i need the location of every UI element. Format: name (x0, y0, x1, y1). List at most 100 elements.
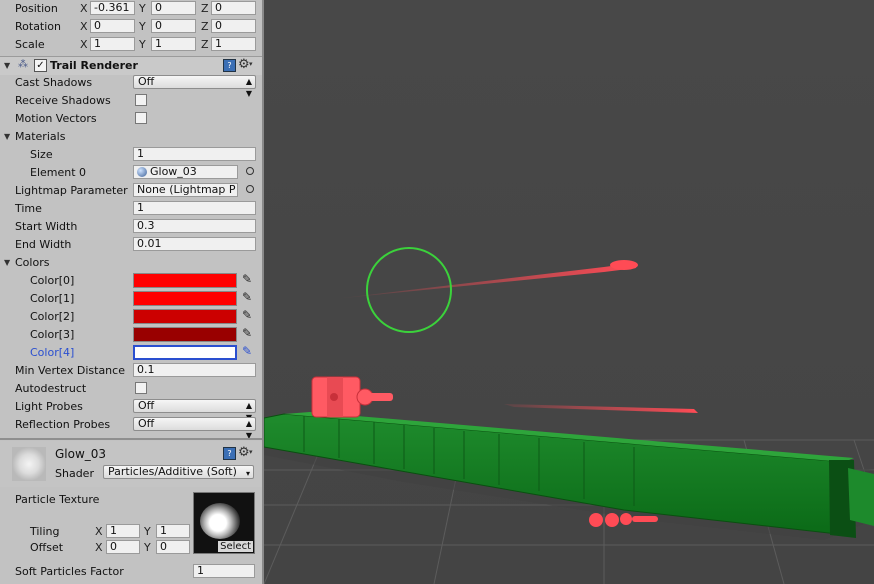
autodestruct-row: Autodestruct (0, 380, 262, 398)
element-0-label: Element 0 (30, 166, 87, 179)
tiling-label: Tiling (30, 525, 60, 538)
materials-label: Materials (15, 130, 66, 143)
autodestruct-checkbox[interactable] (135, 382, 147, 394)
offset-y-field[interactable]: 0 (156, 540, 190, 554)
dropdown-caret-icon[interactable]: ▾ (249, 448, 253, 456)
axis-x-label[interactable]: X (95, 525, 103, 538)
particle-texture-label: Particle Texture (15, 493, 100, 506)
color-label: Color[0] (30, 274, 75, 287)
scale-z-field[interactable]: 1 (211, 37, 256, 51)
tiling-x-field[interactable]: 1 (106, 524, 140, 538)
axis-y-label[interactable]: Y (144, 541, 151, 554)
gear-icon[interactable]: ⚙ (238, 57, 250, 72)
object-picker-icon[interactable] (246, 167, 254, 175)
reflection-probes-dropdown[interactable]: Off ▲ ▼ (133, 417, 256, 440)
min-vertex-field[interactable]: 0.1 (133, 363, 256, 377)
axis-x-label[interactable]: X (95, 541, 103, 554)
scene-canvas[interactable] (264, 0, 874, 584)
color-swatch[interactable] (133, 327, 237, 342)
trail-component-icon: ⁂ (18, 59, 28, 70)
motion-vectors-checkbox[interactable] (135, 112, 147, 124)
trail-renderer-title: Trail Renderer (50, 59, 138, 72)
light-probes-label: Light Probes (15, 400, 83, 413)
dropdown-arrow-icon: ▾ (245, 469, 250, 478)
rotation-z-field[interactable]: 0 (211, 19, 256, 33)
time-field[interactable]: 1 (133, 201, 256, 215)
receive-shadows-checkbox[interactable] (135, 94, 147, 106)
color-swatch[interactable] (133, 273, 237, 288)
tiling-y-field[interactable]: 1 (156, 524, 190, 538)
color-row: Color[3] ✎ (0, 326, 262, 344)
cast-shadows-dropdown[interactable]: Off ▲ ▼ (133, 75, 256, 98)
color-label: Color[3] (30, 328, 75, 341)
scale-x-field[interactable]: 1 (90, 37, 135, 51)
position-z-field[interactable]: 0 (211, 1, 256, 15)
rotation-y-field[interactable]: 0 (151, 19, 196, 33)
position-label: Position (15, 2, 58, 15)
materials-row[interactable]: ▼ Materials (0, 128, 262, 146)
scene-view[interactable] (264, 0, 874, 584)
foldout-arrow-icon[interactable]: ▼ (4, 132, 10, 141)
rotation-x-field[interactable]: 0 (90, 19, 135, 33)
dropdown-caret-icon[interactable]: ▾ (249, 60, 253, 68)
scale-label: Scale (15, 38, 45, 51)
help-icon[interactable]: ? (223, 59, 236, 72)
axis-y-label[interactable]: Y (139, 38, 146, 51)
light-probes-dropdown[interactable]: Off▲▼ (133, 399, 256, 422)
color-label-selected: Color[4] (30, 346, 75, 359)
axis-z-label[interactable]: Z (201, 38, 209, 51)
time-label: Time (15, 202, 42, 215)
scale-row: Scale X 1 Y 1 Z 1 (0, 36, 262, 54)
gear-icon[interactable]: ⚙ (238, 445, 250, 460)
materials-size-field[interactable]: 1 (133, 147, 256, 161)
position-y-field[interactable]: 0 (151, 1, 196, 15)
reflection-probes-row: Reflection Probes Off ▲ ▼ (0, 416, 262, 440)
axis-z-label[interactable]: Z (201, 20, 209, 33)
material-sphere-icon (137, 167, 147, 177)
colors-row[interactable]: ▼ Colors (0, 254, 262, 272)
element-0-value: Glow_03 (150, 165, 197, 178)
element-0-field[interactable]: Glow_03 (133, 165, 238, 179)
color-swatch-selected[interactable] (133, 345, 237, 360)
component-enabled-checkbox[interactable]: ✓ (34, 59, 47, 72)
lightmap-field[interactable]: None (Lightmap P (133, 183, 238, 197)
eyedropper-icon[interactable]: ✎ (242, 326, 252, 340)
light-probes-value: Off (138, 399, 155, 412)
color-swatch[interactable] (133, 309, 237, 324)
axis-x-label[interactable]: X (80, 20, 88, 33)
end-width-field[interactable]: 0.01 (133, 237, 256, 251)
eyedropper-icon[interactable]: ✎ (242, 272, 252, 286)
axis-x-label[interactable]: X (80, 2, 88, 15)
reflection-probes-label: Reflection Probes (15, 418, 111, 431)
soft-particles-field[interactable]: 1 (193, 564, 255, 578)
shader-value: Particles/Additive (Soft) (108, 465, 237, 478)
start-width-field[interactable]: 0.3 (133, 219, 256, 233)
axis-y-label[interactable]: Y (139, 20, 146, 33)
color-row: Color[1] ✎ (0, 290, 262, 308)
min-vertex-label: Min Vertex Distance (15, 364, 125, 377)
autodestruct-label: Autodestruct (15, 382, 87, 395)
materials-size-label: Size (30, 148, 53, 161)
offset-x-field[interactable]: 0 (106, 540, 140, 554)
reflection-probes-value: Off (138, 417, 155, 430)
position-row: Position X -0.361 Y 0 Z 0 (0, 0, 262, 18)
shader-label: Shader (55, 467, 94, 480)
colors-label: Colors (15, 256, 50, 269)
foldout-arrow-icon[interactable]: ▼ (4, 258, 10, 267)
axis-x-label[interactable]: X (80, 38, 88, 51)
projectile (610, 260, 638, 270)
position-x-field[interactable]: -0.361 (90, 1, 135, 15)
axis-y-label[interactable]: Y (144, 525, 151, 538)
eyedropper-icon[interactable]: ✎ (242, 344, 252, 358)
eyedropper-icon[interactable]: ✎ (242, 308, 252, 322)
scale-y-field[interactable]: 1 (151, 37, 196, 51)
foldout-arrow-icon[interactable]: ▼ (4, 61, 10, 70)
eyedropper-icon[interactable]: ✎ (242, 290, 252, 304)
axis-y-label[interactable]: Y (139, 2, 146, 15)
shader-dropdown[interactable]: Particles/Additive (Soft) ▾ (103, 465, 254, 479)
help-icon[interactable]: ? (223, 447, 236, 460)
trail-renderer-header[interactable]: ▼ ⁂ ✓ Trail Renderer ? ⚙ ▾ (0, 57, 262, 75)
color-swatch[interactable] (133, 291, 237, 306)
object-picker-icon[interactable] (246, 185, 254, 193)
axis-z-label[interactable]: Z (201, 2, 209, 15)
